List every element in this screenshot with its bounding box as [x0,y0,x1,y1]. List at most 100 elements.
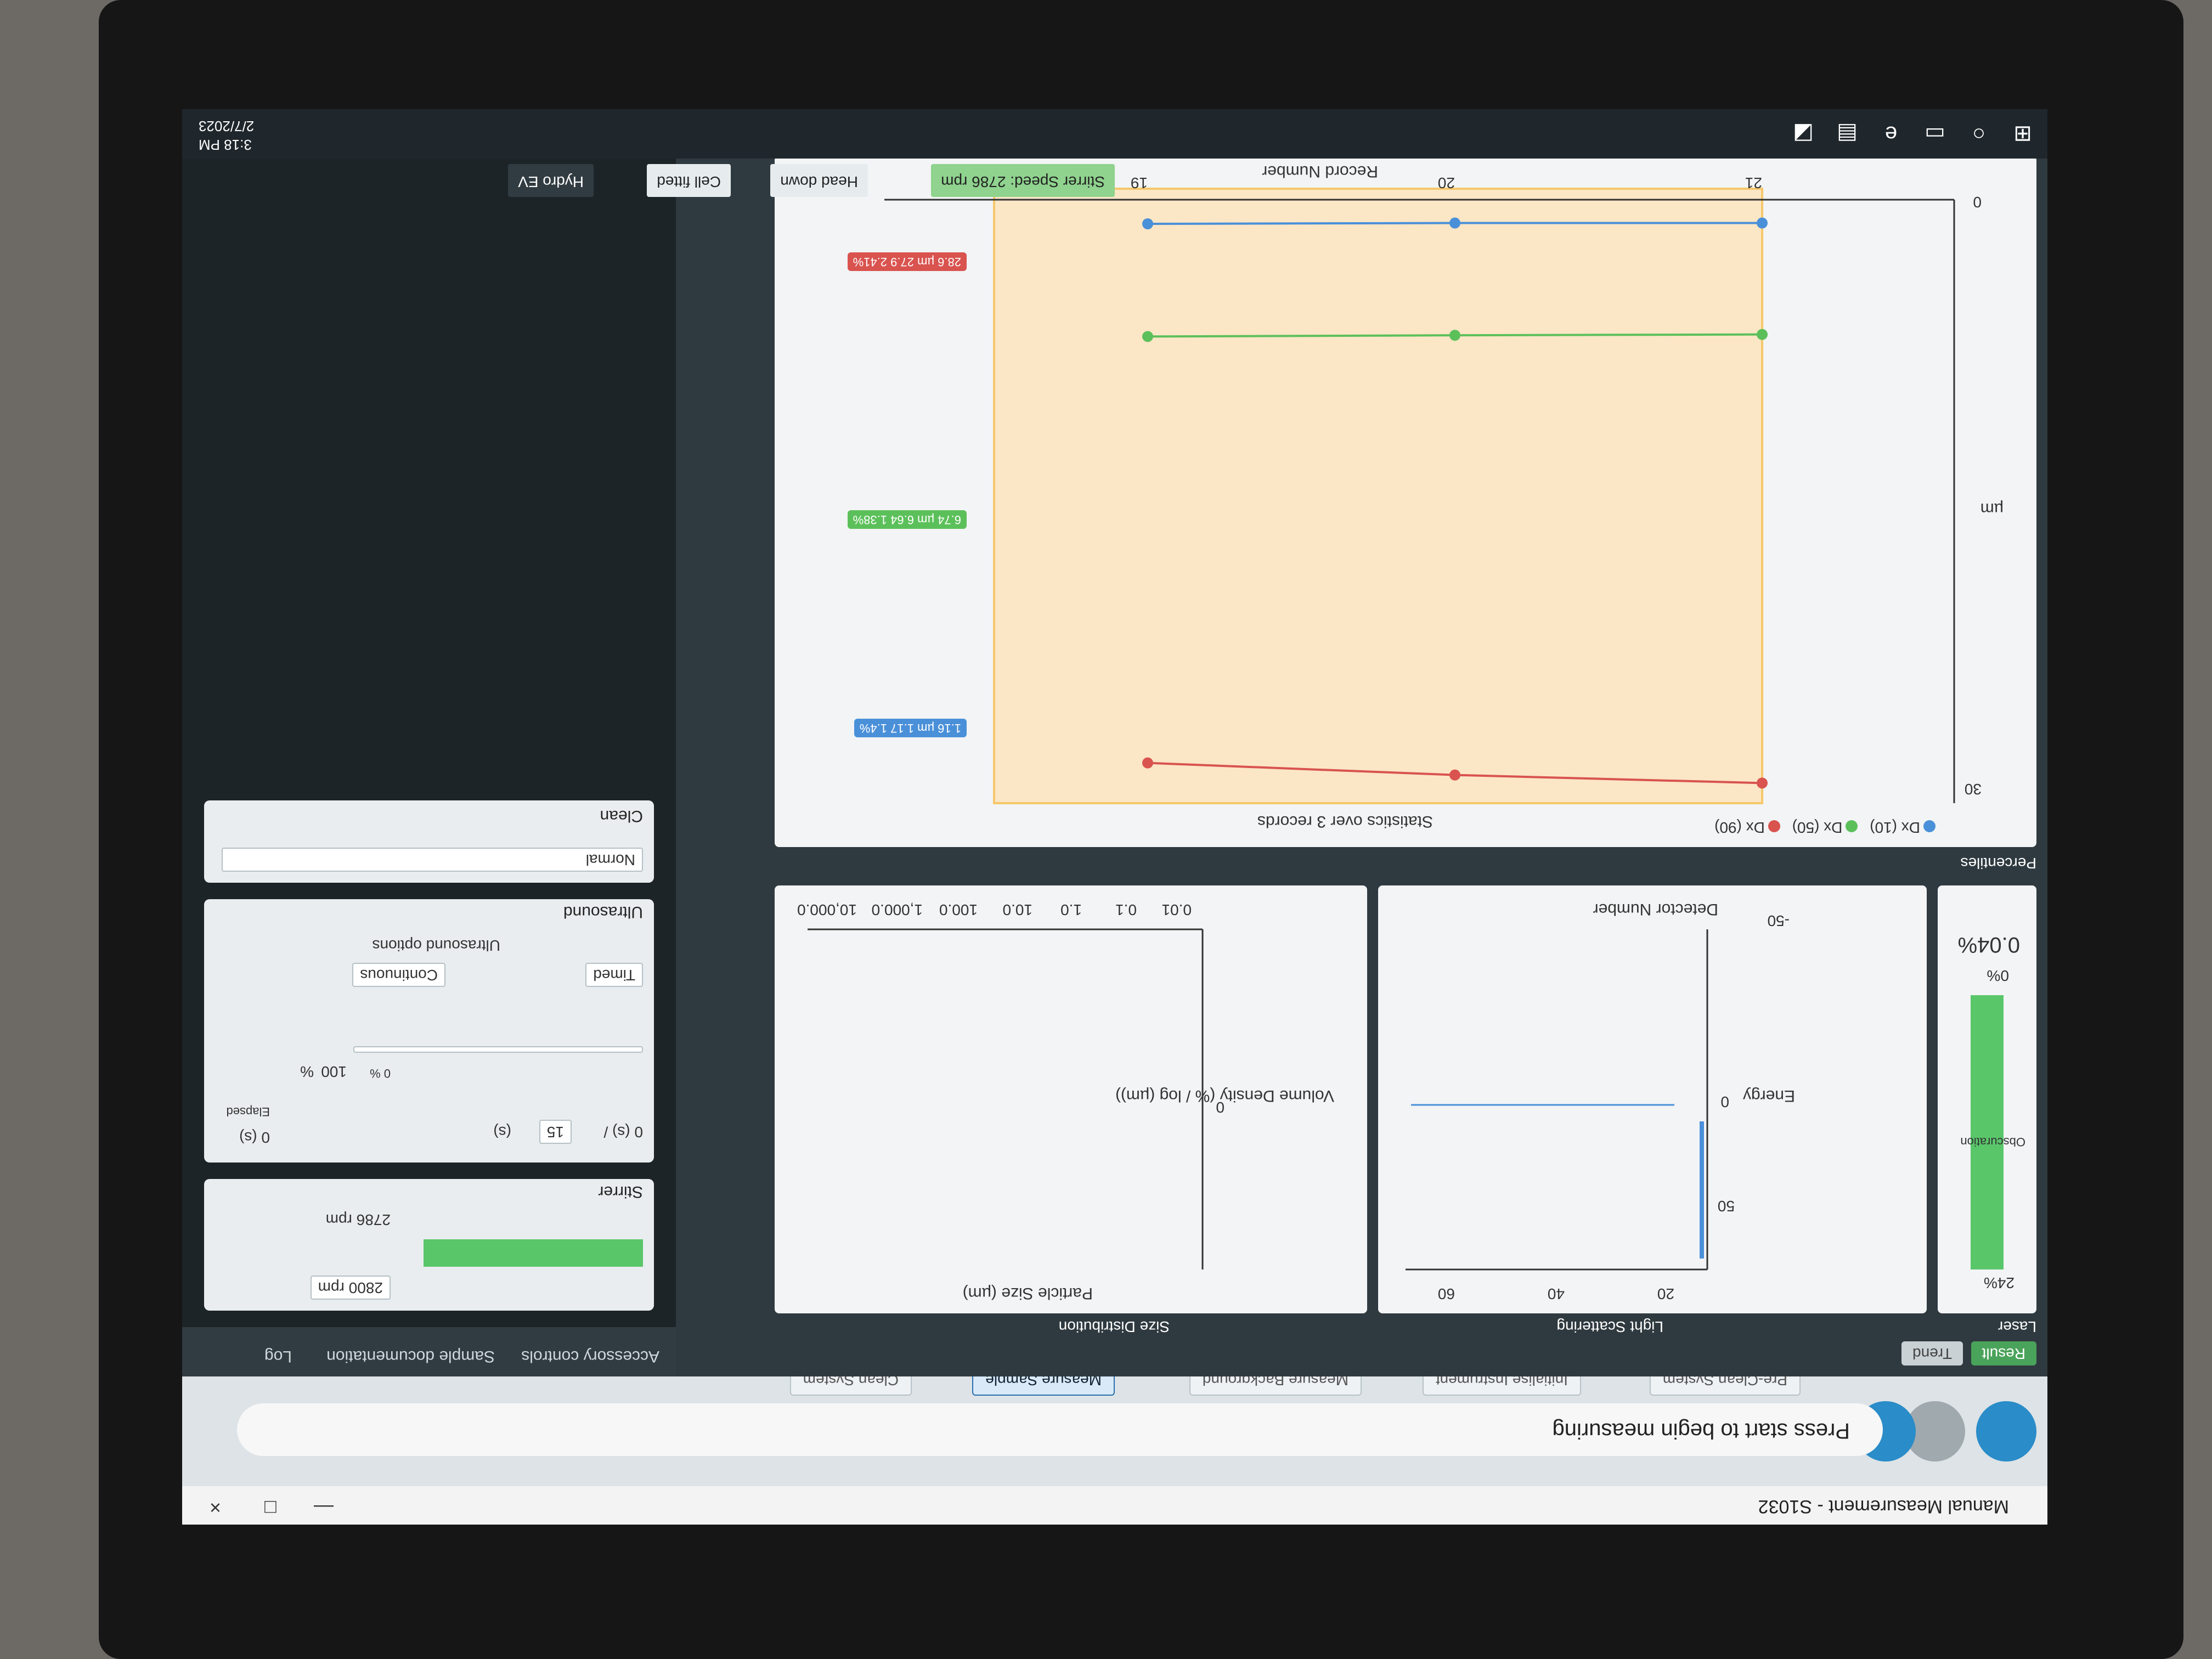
search-icon[interactable]: ○ [1965,120,1993,148]
ultrasound-title: Ultrasound [563,903,643,921]
maximize-button[interactable]: □ [264,1496,276,1519]
stirrer-speed-bar[interactable] [424,1239,643,1267]
ls-xlabel: Detector Number [1593,900,1718,918]
light-scattering-plot [1406,929,1708,1271]
stirrer-target-value: 2800 [348,1279,383,1296]
badge-dx90: 28.6 µm 27.9 2.41% [847,252,967,271]
results-area: Result Trend Laser 24% 0% 0.04% Obscurat… [676,109,2047,1376]
file-explorer-icon[interactable]: ▤ [1833,120,1861,148]
pct-xtick-1: 20 [1438,174,1455,191]
legend-dx50[interactable]: Dx (50) [1792,819,1843,836]
ultrasound-power[interactable]: 100 [321,1063,347,1080]
ultrasound-elapsed: 0 (s) [239,1129,270,1146]
badge-dx10-rsd: 1.17 1.4% [859,721,914,735]
pct-ytick-0: 0 [1973,194,1982,211]
side-tabs: Accessory controls Sample documentation … [182,1327,676,1376]
badge-dx90-rsd: 27.9 2.41% [853,255,914,269]
legend-dx50-swatch [1846,820,1858,833]
obscuration-bar [1971,995,2004,1269]
percentiles-ylabel: µm [1980,500,2004,518]
pct-xtick-2: 21 [1745,174,1762,191]
series-point-2-1[interactable] [1449,769,1460,781]
rotated-screen-photo: Manual Measurement - S1032 — □ × Press s… [0,0,2212,1659]
start-hint: Press start to begin measuring [1552,1419,1850,1443]
ls-ytick-neg50: -50 [1767,912,1790,929]
window-title: Manual Measurement - S1032 [1758,1496,2009,1517]
percentiles-legend: Dx (10) Dx (50) Dx (90) [1714,819,1943,836]
app-screen: Manual Measurement - S1032 — □ × Press s… [182,109,2047,1525]
status-pill: Press start to begin measuring [237,1403,1883,1456]
back-button[interactable] [1976,1401,2036,1462]
ls-xtick-20: 20 [1657,1285,1674,1302]
app-icon[interactable]: ◪ [1790,120,1817,148]
system-clock[interactable]: 3:18 PM 2/7/2023 [199,117,254,154]
legend-dx10-swatch [1923,820,1936,833]
size-distribution-card: 0.01 0.1 1.0 10.0 100.0 1,000.0 10,000.0… [775,885,1367,1313]
legend-dx90-swatch [1768,820,1780,833]
ultrasound-duration-field[interactable]: 15 [539,1120,572,1144]
series-point-1-0[interactable] [1142,331,1153,342]
legend-dx10[interactable]: Dx (10) [1870,819,1920,836]
sd-xtick-3: 10.0 [1002,901,1033,918]
close-button[interactable]: × [210,1496,221,1519]
sd-xlabel: Particle Size (µm) [962,1284,1093,1302]
legend-dx90[interactable]: Dx (90) [1714,819,1765,836]
clean-mode-select[interactable]: Normal [222,848,643,872]
tab-log[interactable]: Log [264,1347,292,1365]
windows-start-icon[interactable]: ⊞ [2009,120,2036,148]
obscuration-top: 0% [1987,967,2009,984]
sd-xtick-2: 1.0 [1060,901,1082,918]
obscuration-label: Obscuration [1960,1135,2025,1149]
sd-xtick-1: 0.1 [1115,901,1137,918]
instrument-name: Hydro EV [508,164,594,197]
series-point-1-1[interactable] [1449,330,1460,341]
ls-ytick-50: 50 [1717,1198,1735,1215]
ultrasound-power-unit: % [300,1063,314,1080]
pct-ytick-30: 30 [1964,781,1982,798]
series-point-0-2[interactable] [1757,217,1768,229]
ultrasound-elapsed-label: Elapsed [226,1105,270,1119]
light-scattering-heading: Light Scattering [1556,1318,1663,1335]
series-point-0-0[interactable] [1142,218,1153,229]
ultrasound-power-slider[interactable] [353,1046,643,1053]
sd-xtick-5: 1,000.0 [871,901,923,918]
title-bar: Manual Measurement - S1032 — □ × [182,1486,2047,1525]
light-scattering-card: 20 40 60 Detector Number Energy 0 50 -50 [1378,885,1927,1313]
tab-result[interactable]: Result [1971,1341,2036,1365]
pct-xtick-0: 19 [1131,174,1148,191]
task-view-icon[interactable]: ▭ [1921,120,1949,148]
measurement-toolbar: Press start to begin measuring Pre-Clean… [182,1364,2047,1486]
ultrasound-type-select[interactable]: Continuous [352,963,445,987]
percentiles-title: Statistics over 3 records [1257,812,1433,831]
percentiles-xlabel: Record Number [1262,162,1378,180]
size-distribution-heading: Size Distribution [1058,1318,1170,1335]
obscuration-value: 0.04% [1957,933,2020,957]
ls-xtick-40: 40 [1547,1285,1565,1302]
tab-trend[interactable]: Trend [1901,1341,1963,1365]
ultrasound-power-min: 0 % [370,1066,391,1080]
ultrasound-panel: Ultrasound Ultrasound options Timed Cont… [204,899,654,1163]
badge-dx50-av: 6.74 µm [917,513,961,527]
stirrer-speed-status: Stirrer Speed: 2786 rpm [931,164,1115,197]
series-point-2-0[interactable] [1142,757,1153,769]
edge-icon[interactable]: e [1877,120,1905,148]
head-status: Head down [770,164,868,197]
laser-heading: Laser [1997,1318,2036,1335]
sd-ytick-0: 0 [1216,1099,1224,1116]
stirrer-target-field[interactable]: 2800 rpm [310,1276,391,1300]
clean-panel: Clean Normal [204,800,654,883]
windows-taskbar: ⊞ ○ ▭ e ▤ ◪ 3:18 PM 2/7/2023 [182,109,2047,159]
percentiles-card: 19 20 21 Statistics over 3 records µm Reco… [775,156,2036,847]
tab-sample-documentation[interactable]: Sample documentation [326,1347,495,1365]
tab-accessory-controls[interactable]: Accessory controls [521,1347,659,1365]
series-point-0-1[interactable] [1449,217,1460,229]
series-point-1-2[interactable] [1757,329,1768,340]
series-point-2-2[interactable] [1757,777,1768,789]
stirrer-title: Stirrer [598,1183,643,1201]
sd-xtick-0: 0.01 [1161,901,1192,918]
ultrasound-time-value: 0 (s) / [603,1124,643,1141]
clock-date: 2/7/2023 [199,118,255,134]
ls-xtick-60: 60 [1437,1285,1455,1302]
ultrasound-mode-select[interactable]: Timed [585,963,643,987]
minimize-button[interactable]: — [314,1496,334,1519]
